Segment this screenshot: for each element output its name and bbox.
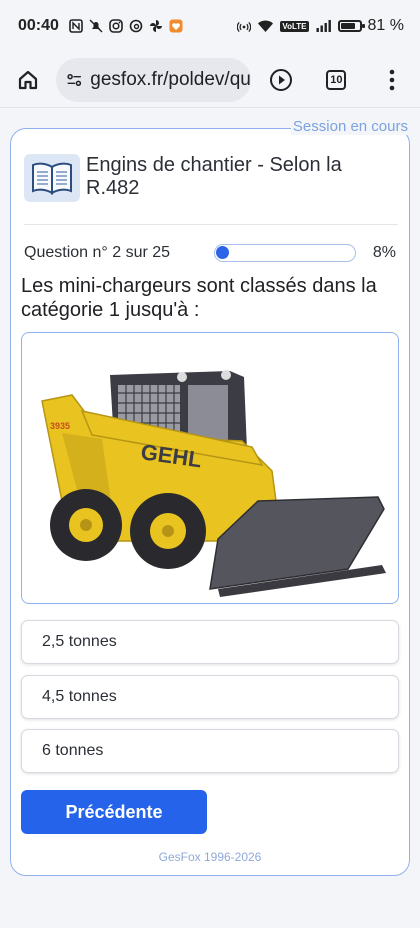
threads-icon: [129, 19, 143, 33]
instagram-icon: [109, 19, 123, 33]
app-heart-icon: [169, 19, 183, 33]
browser-toolbar: gesfox.fr/poldev/qu 10: [0, 52, 420, 108]
play-button[interactable]: [253, 52, 309, 108]
nfc-icon: [69, 19, 83, 33]
question-text: Les mini-chargeurs sont classés dans la …: [21, 275, 377, 321]
question-image: GEHL 3935: [21, 332, 399, 604]
answer-option[interactable]: 4,5 tonnes: [21, 675, 399, 719]
answer-option[interactable]: 2,5 tonnes: [21, 620, 399, 664]
mute-icon: [89, 19, 103, 33]
volte-icon: VoLTE: [280, 20, 309, 32]
pinwheel-icon: [149, 20, 162, 32]
home-icon: [18, 70, 37, 89]
wifi-icon: [258, 20, 274, 32]
progress-row: Question n° 2 sur 25 8%: [24, 242, 398, 264]
signal-icon: [316, 20, 331, 32]
footer-copyright: GesFox 1996-2026: [158, 850, 262, 864]
hotspot-icon: [237, 21, 252, 33]
battery-level: [340, 23, 356, 29]
quiz-header: Engins de chantier - Selon la R.482: [24, 154, 386, 202]
previous-button[interactable]: Précédente: [21, 790, 207, 834]
progress-bar: [214, 244, 356, 262]
more-menu-button[interactable]: [364, 52, 420, 108]
status-left: 00:40: [18, 17, 183, 35]
site-settings-icon[interactable]: [66, 70, 83, 90]
model-text: 3935: [50, 421, 70, 431]
play-icon: [269, 68, 292, 91]
session-status-label: Session en cours: [290, 118, 410, 135]
status-right: VoLTE 81 %: [237, 17, 404, 35]
battery-icon: [337, 20, 365, 32]
book-icon: [24, 154, 80, 202]
quiz-title: Engins de chantier - Selon la R.482: [86, 154, 342, 199]
url-text[interactable]: gesfox.fr/poldev/qu: [90, 69, 251, 91]
status-time: 00:40: [18, 17, 59, 34]
header-divider: [24, 224, 398, 225]
tabs-icon: 10: [326, 69, 347, 90]
answer-option[interactable]: 6 tonnes: [21, 729, 399, 773]
address-bar[interactable]: gesfox.fr/poldev/qu: [55, 57, 251, 102]
skid-steer-loader-illustration: GEHL 3935: [41, 370, 386, 597]
progress-percent: 8%: [372, 244, 396, 261]
status-bar: 00:40 VoLTE 81 %: [0, 0, 420, 52]
progress-bar-fill: [216, 246, 229, 259]
battery-percent: 81 %: [367, 17, 404, 34]
question-counter: Question n° 2 sur 25: [24, 244, 171, 261]
home-button[interactable]: [0, 52, 56, 108]
more-icon: [389, 69, 395, 90]
tabs-button[interactable]: 10: [309, 52, 365, 108]
